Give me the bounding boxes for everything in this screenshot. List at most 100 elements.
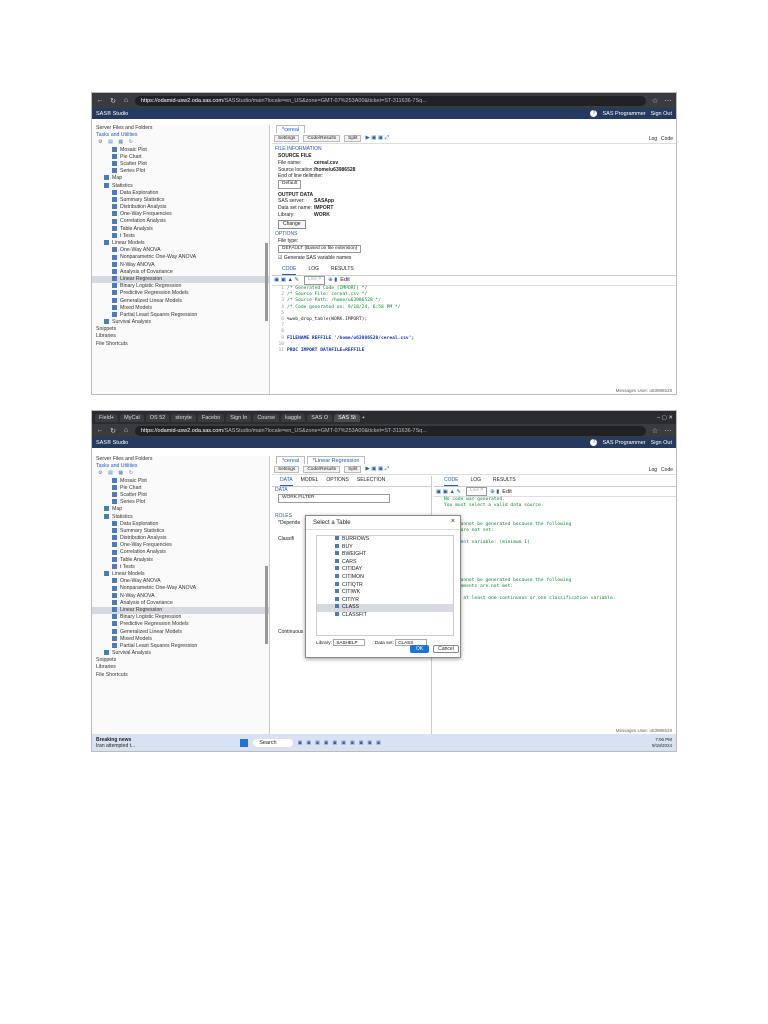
editor-tools-icon[interactable]: ▣ ▣ ▲ ✎ (274, 277, 299, 283)
sidebar-item[interactable]: Map (92, 506, 269, 513)
line-number-input[interactable]: Line # (466, 487, 488, 496)
sidebar-item[interactable]: Survival Analysis (92, 650, 269, 657)
section-server-files[interactable]: Server Files and Folders (92, 125, 269, 132)
code-editor[interactable]: No code was generated. You must select a … (434, 497, 676, 602)
sidebar-item[interactable]: t Tests (92, 233, 269, 240)
sidebar-item[interactable]: Predictive Regression Models (92, 290, 269, 297)
sidebar-item[interactable]: Nonparametric One-Way ANOVA (92, 254, 269, 261)
data-source-select[interactable]: WORK.FILTER (278, 494, 390, 503)
sidebar-item[interactable]: Map (92, 175, 269, 182)
sidebar-item[interactable]: Correlation Analysis (92, 549, 269, 556)
goto-icon[interactable]: ⊕ ▮ (328, 277, 337, 283)
menu-icon[interactable]: ⋯ (664, 97, 672, 105)
sidebar-item[interactable]: Correlation Analysis (92, 218, 269, 225)
subtab-code-results[interactable]: Code/Results (303, 466, 341, 473)
sidebar-item[interactable]: Distribution Analysis (92, 535, 269, 542)
sidebar-scrollbar[interactable] (265, 566, 268, 644)
sidebar-item[interactable]: N-Way ANOVA (92, 593, 269, 600)
sidebar-item[interactable]: Analysis of Covariance (92, 600, 269, 607)
sidebar-item[interactable]: N-Way ANOVA (92, 262, 269, 269)
section-server-files[interactable]: Server Files and Folders (92, 456, 269, 463)
table-list-item[interactable]: CITIMON (317, 573, 453, 582)
home-icon[interactable]: ⌂ (122, 427, 130, 434)
sidebar-item[interactable]: Scatter Plot (92, 492, 269, 499)
options-header[interactable]: OPTIONS (272, 231, 676, 238)
line-number-input[interactable]: Line # (304, 276, 326, 285)
reload-icon[interactable]: ↻ (109, 427, 117, 435)
code-editor[interactable]: 1/* Generated Code (IMPORT) */2/* Source… (272, 286, 676, 354)
signout-link[interactable]: Sign Out (651, 440, 672, 446)
sidebar-item[interactable]: Statistics (92, 514, 269, 521)
role-menu[interactable]: SAS Programmer (602, 111, 645, 117)
sidebar-item[interactable]: Data Exploration (92, 521, 269, 528)
browser-tab[interactable]: OS 52 (145, 413, 170, 422)
change-button[interactable]: Change (278, 219, 306, 229)
sidebar-item[interactable]: Generalized Linear Models (92, 298, 269, 305)
back-icon[interactable]: ← (96, 427, 104, 434)
table-list-item[interactable]: CARS (317, 558, 453, 567)
sidebar-item[interactable]: Pie Chart (92, 154, 269, 161)
section-snippets[interactable]: Snippets (92, 657, 269, 664)
signout-link[interactable]: Sign Out (651, 111, 672, 117)
sidebar-item[interactable]: One-Way Frequencies (92, 211, 269, 218)
code-toggle[interactable]: Code (661, 467, 673, 473)
eol-select[interactable]: Default (278, 180, 302, 189)
section-tasks[interactable]: Tasks and Utilities (92, 463, 269, 470)
table-list-item[interactable]: CITIQTR (317, 581, 453, 590)
checkbox-icon[interactable]: ☑ (278, 255, 282, 261)
sidebar-item[interactable]: Distribution Analysis (92, 204, 269, 211)
subtab-code-results[interactable]: Code/Results (303, 135, 341, 142)
tab-cereal[interactable]: *cereal (276, 125, 306, 133)
sidebar-item[interactable]: Mosaic Plot (92, 147, 269, 154)
table-list-item[interactable]: BWEIGHT (317, 551, 453, 559)
sidebar-item[interactable]: One-Way ANOVA (92, 578, 269, 585)
sidebar-item[interactable]: Linear Models (92, 240, 269, 247)
table-list-item[interactable]: CITIDAY (317, 566, 453, 574)
browser-tab[interactable]: Sign In (226, 413, 252, 422)
sidebar-item[interactable]: Linear Regression (92, 606, 269, 615)
sidebar-item[interactable]: Binary Logistic Regression (92, 614, 269, 621)
star-icon[interactable]: ☆ (651, 97, 659, 105)
reload-icon[interactable]: ↻ (109, 97, 117, 105)
windows-start-icon[interactable] (240, 738, 249, 747)
sidebar-item[interactable]: Partial Least Squares Regression (92, 312, 269, 319)
sidebar-item[interactable]: Nonparametric One-Way ANOVA (92, 585, 269, 592)
menu-icon[interactable]: ⋯ (664, 427, 672, 435)
sidebar-item[interactable]: Statistics (92, 183, 269, 190)
section-tasks[interactable]: Tasks and Utilities (92, 132, 269, 139)
edit-menu[interactable]: Edit (340, 277, 349, 283)
table-list[interactable]: BURROWS BUY BWEIGHT CARS CITIDAY CITIMON CITIQ… (316, 535, 454, 636)
browser-tab[interactable]: storyte (171, 413, 196, 422)
table-list-item[interactable]: BURROWS (317, 536, 453, 544)
browser-tab[interactable]: SAS O (307, 413, 333, 422)
window-controls-icon[interactable]: – ▢ ✕ (657, 415, 673, 421)
browser-tab[interactable]: kaggle (281, 413, 306, 422)
library-field[interactable] (333, 639, 366, 646)
table-list-item[interactable]: CLASS (317, 604, 453, 612)
cancel-button[interactable]: Cancel (433, 645, 459, 653)
browser-tab[interactable]: Facebo (197, 413, 225, 422)
sidebar-item[interactable]: Mixed Models (92, 305, 269, 312)
sidebar-item[interactable]: t Tests (92, 564, 269, 571)
browser-tab[interactable]: SAS St (334, 413, 360, 422)
file-info-header[interactable]: FILE INFORMATION (272, 146, 676, 153)
help-icon[interactable]: ? (590, 110, 598, 117)
run-icon[interactable]: ▶ ▣ ▣ ⤢ (365, 135, 389, 142)
close-icon[interactable]: × (451, 518, 455, 525)
sidebar-item[interactable]: Survival Analysis (92, 319, 269, 326)
sidebar-scrollbar[interactable] (265, 243, 268, 321)
star-icon[interactable]: ☆ (651, 427, 659, 435)
tab-results[interactable]: RESULTS (493, 476, 516, 486)
help-icon[interactable]: ? (590, 439, 598, 446)
log-toggle[interactable]: Log (649, 136, 657, 142)
tab-log[interactable]: LOG (470, 476, 481, 486)
sidebar-item[interactable]: Mixed Models (92, 636, 269, 643)
sidebar-item[interactable]: Mosaic Plot (92, 478, 269, 485)
sidebar-item[interactable]: Partial Least Squares Regression (92, 643, 269, 650)
sidebar-item[interactable]: Data Exploration (92, 190, 269, 197)
sidebar-item[interactable]: Series Plot (92, 499, 269, 506)
taskbar-search[interactable]: Search (253, 738, 293, 747)
tab-log[interactable]: LOG (308, 265, 319, 275)
sidebar-item[interactable]: Generalized Linear Models (92, 629, 269, 636)
section-libraries[interactable]: Libraries (92, 664, 269, 671)
